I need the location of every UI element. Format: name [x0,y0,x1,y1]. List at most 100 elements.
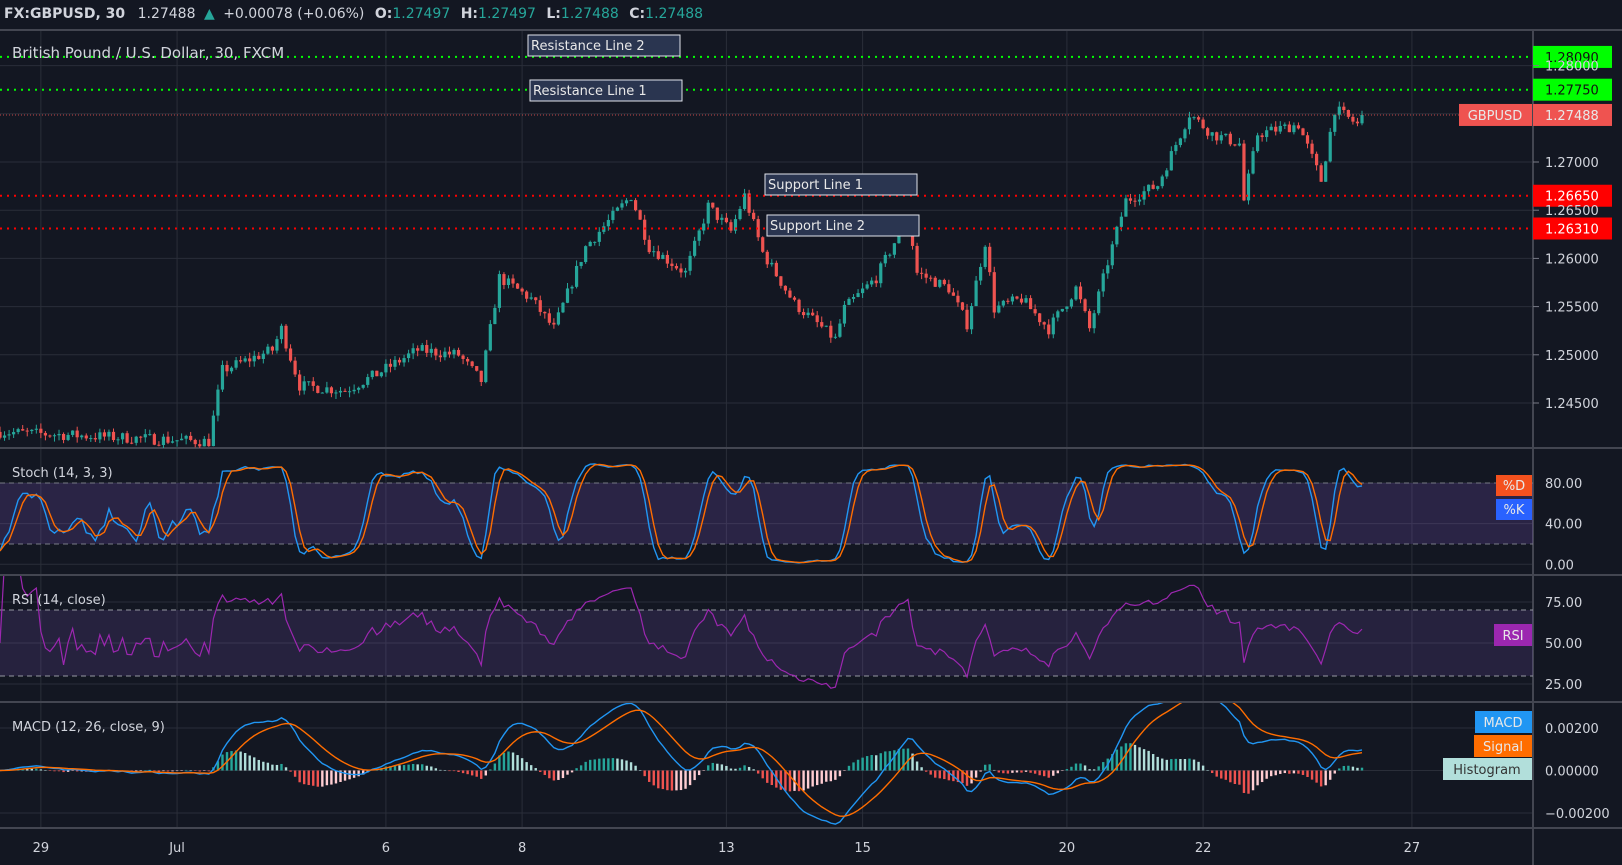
close-value: 1.27488 [645,6,703,22]
candle-body [1319,165,1323,182]
up-arrow-icon: ▲ [204,6,215,22]
candle-body [1156,186,1160,189]
support-price-label: 1.26310 [1545,223,1599,238]
candle-body [1346,110,1350,117]
candle-body [493,307,497,325]
candle-body [207,438,211,447]
trading-chart[interactable]: GBPUSD 1.274881.28090Resistance Line 21.2… [0,0,1622,865]
candle-body [1228,133,1232,145]
candle-body [352,389,356,392]
candle-body [1265,130,1269,138]
candle-body [969,306,974,330]
histogram-bar [865,756,869,771]
candle-body [879,263,883,284]
candle-body [220,364,225,390]
price-axis-label: 1.25500 [1545,301,1599,316]
histogram-bar [1242,770,1246,793]
symbol-interval[interactable]: FX:GBPUSD, 30 [4,6,125,22]
candle-body [697,230,701,241]
histogram-bar [1315,770,1318,783]
candle-body [193,439,197,445]
candle-body [724,217,728,223]
candle-body [180,438,184,441]
candle-body [89,438,93,440]
current-price-label: 1.27488 [1545,109,1599,124]
histogram-bar [1247,770,1250,794]
histogram-bar [402,765,406,771]
candle-body [688,255,692,271]
candle-body [25,430,29,432]
candle-body [461,355,465,359]
candle-body [779,276,783,286]
histogram-bar [480,770,483,779]
histogram-bar [743,765,746,771]
candle-body [434,348,438,356]
histogram-bar [39,769,43,771]
time-axis-label: 15 [854,841,871,856]
histogram-bar [248,755,251,771]
candle-body [1210,132,1214,136]
candle-body [1215,132,1219,141]
histogram-bar [1043,770,1046,777]
histogram-bar [920,767,923,771]
histogram-bar [611,758,615,771]
histogram-bar [1133,744,1137,771]
histogram-bar [1183,759,1187,771]
stoch-title[interactable]: Stoch (14, 3, 3) [12,466,113,481]
candle-body [556,312,561,325]
candle-body [357,387,361,390]
histogram-bar [1092,769,1096,771]
histogram-bar [198,770,201,772]
candle-body [1088,311,1092,329]
candle-body [988,246,992,273]
candle-body [1051,317,1055,335]
candle-body [824,325,828,327]
histogram-bar [430,766,433,771]
candle-body [30,429,34,432]
candle-body [960,302,965,310]
histogram-bar [1279,770,1282,774]
candle-body [21,429,25,431]
candle-body [2,435,7,438]
close-label: C: [629,6,645,22]
candle-body [951,292,955,296]
chart-background [0,0,1622,865]
rsi-title[interactable]: RSI (14, close) [12,593,106,608]
candle-body [1260,135,1264,138]
candle-body [143,434,147,438]
candle-body [75,430,79,438]
candle-body [674,266,679,269]
histogram-bar [194,770,197,771]
candle-body [579,262,583,266]
candle-body [806,312,810,316]
candle-body [1124,198,1128,217]
histogram-bar [1083,765,1087,771]
histogram-bar [1224,770,1227,780]
histogram-bar [1256,770,1259,786]
histogram-bar [289,770,292,772]
candle-body [43,432,47,436]
candle-body [620,203,624,208]
histogram-bar [1079,763,1082,771]
open-value: 1.27497 [392,6,450,22]
candle-body [66,434,70,440]
histogram-bar [825,770,828,782]
histogram-bar [1038,770,1041,776]
histogram-bar [1288,770,1291,774]
candle-body [738,208,742,220]
candle-body [829,325,833,338]
price-change: +0.00078 (+0.06%) [223,6,364,22]
macd-title[interactable]: MACD (12, 26, close, 9) [12,720,165,735]
candle-body [938,279,942,287]
rsi-axis-label: 75.00 [1545,596,1582,611]
histogram-bar [661,770,665,790]
candle-body [597,231,601,242]
histogram-bar [1033,770,1037,774]
histogram-bar [974,770,978,778]
candle-body [488,324,492,351]
candle-body [252,355,256,362]
ohlc-header: FX:GBPUSD, 30 1.27488 ▲ +0.00078 (+0.06%… [4,6,703,22]
chart-title: British Pound / U.S. Dollar, 30, FXCM [12,44,284,62]
candle-body [888,254,892,256]
histogram-bar [784,770,787,791]
